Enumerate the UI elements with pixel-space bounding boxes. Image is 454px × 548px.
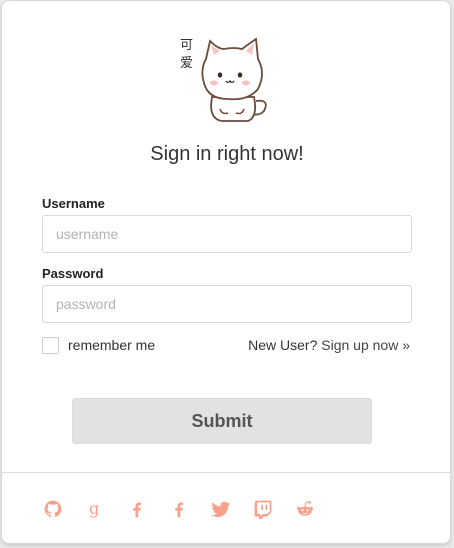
password-label: Password xyxy=(42,266,104,281)
cute-cat-logo: 可 爱 xyxy=(180,37,267,122)
remember-checkbox[interactable] xyxy=(42,337,59,354)
page-title: Sign in right now! xyxy=(150,143,304,165)
submit-button[interactable]: Submit xyxy=(72,398,372,444)
reddit-icon[interactable] xyxy=(294,498,316,520)
username-label: Username xyxy=(42,196,105,211)
github-icon[interactable] xyxy=(42,498,64,520)
footer-divider xyxy=(2,472,450,473)
login-card: 可 爱 Sign in right now! Username Password… xyxy=(1,0,451,544)
username-input[interactable] xyxy=(42,215,412,253)
signup-link[interactable]: Sign up now » xyxy=(321,337,410,353)
signup-prompt: New User? Sign up now » xyxy=(248,337,410,353)
facebook-icon[interactable] xyxy=(168,498,190,520)
password-input[interactable] xyxy=(42,285,412,323)
facebook-icon[interactable] xyxy=(126,498,148,520)
twitter-icon[interactable] xyxy=(210,498,232,520)
google-icon[interactable]: g xyxy=(84,498,106,520)
svg-text:爱: 爱 xyxy=(180,56,193,71)
new-user-text: New User? xyxy=(248,337,318,353)
svg-text:可: 可 xyxy=(180,38,193,53)
twitch-icon[interactable] xyxy=(252,498,274,520)
svg-text:g: g xyxy=(89,499,99,518)
remember-label[interactable]: remember me xyxy=(68,337,155,353)
